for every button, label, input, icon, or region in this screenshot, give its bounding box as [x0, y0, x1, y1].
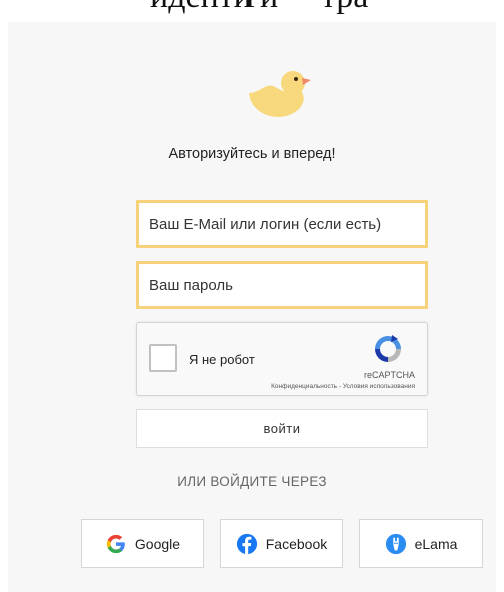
- recaptcha-checkbox[interactable]: [149, 344, 177, 372]
- google-login-button[interactable]: Google: [81, 519, 204, 568]
- duck-logo-icon: [249, 71, 311, 117]
- page-heading: Авторизуйтесь и вперед!: [168, 146, 336, 162]
- recaptcha-brand: reCAPTCHA: [363, 370, 415, 380]
- clipped-text-3: тра: [321, 0, 368, 16]
- recaptcha-widget: Я не робот reCAPTCHA Конфиденциальность …: [136, 322, 428, 396]
- elama-icon: [385, 533, 406, 554]
- elama-login-button[interactable]: eLama: [359, 519, 483, 568]
- facebook-icon: [236, 533, 257, 554]
- elama-label: eLama: [414, 535, 458, 552]
- password-input[interactable]: [139, 264, 425, 306]
- login-input[interactable]: [139, 203, 425, 245]
- facebook-label: Facebook: [265, 535, 328, 552]
- recaptcha-label: Я не робот: [189, 352, 255, 367]
- clipped-header-text: иденти ги тра: [0, 0, 504, 22]
- password-field-wrapper: [136, 261, 428, 309]
- or-login-with-label: ИЛИ ВОЙДИТЕ ЧЕРЕЗ: [177, 474, 327, 489]
- google-icon: [106, 534, 125, 553]
- recaptcha-icon: [375, 335, 401, 362]
- recaptcha-links[interactable]: Конфиденциальность - Условия использован…: [271, 383, 415, 390]
- login-field-wrapper: [136, 200, 428, 248]
- google-label: Google: [134, 535, 181, 552]
- clipped-text-1: иденти: [150, 0, 252, 16]
- login-button[interactable]: войти: [136, 409, 428, 448]
- facebook-login-button[interactable]: Facebook: [220, 519, 343, 568]
- clipped-text-2: ги: [246, 0, 278, 16]
